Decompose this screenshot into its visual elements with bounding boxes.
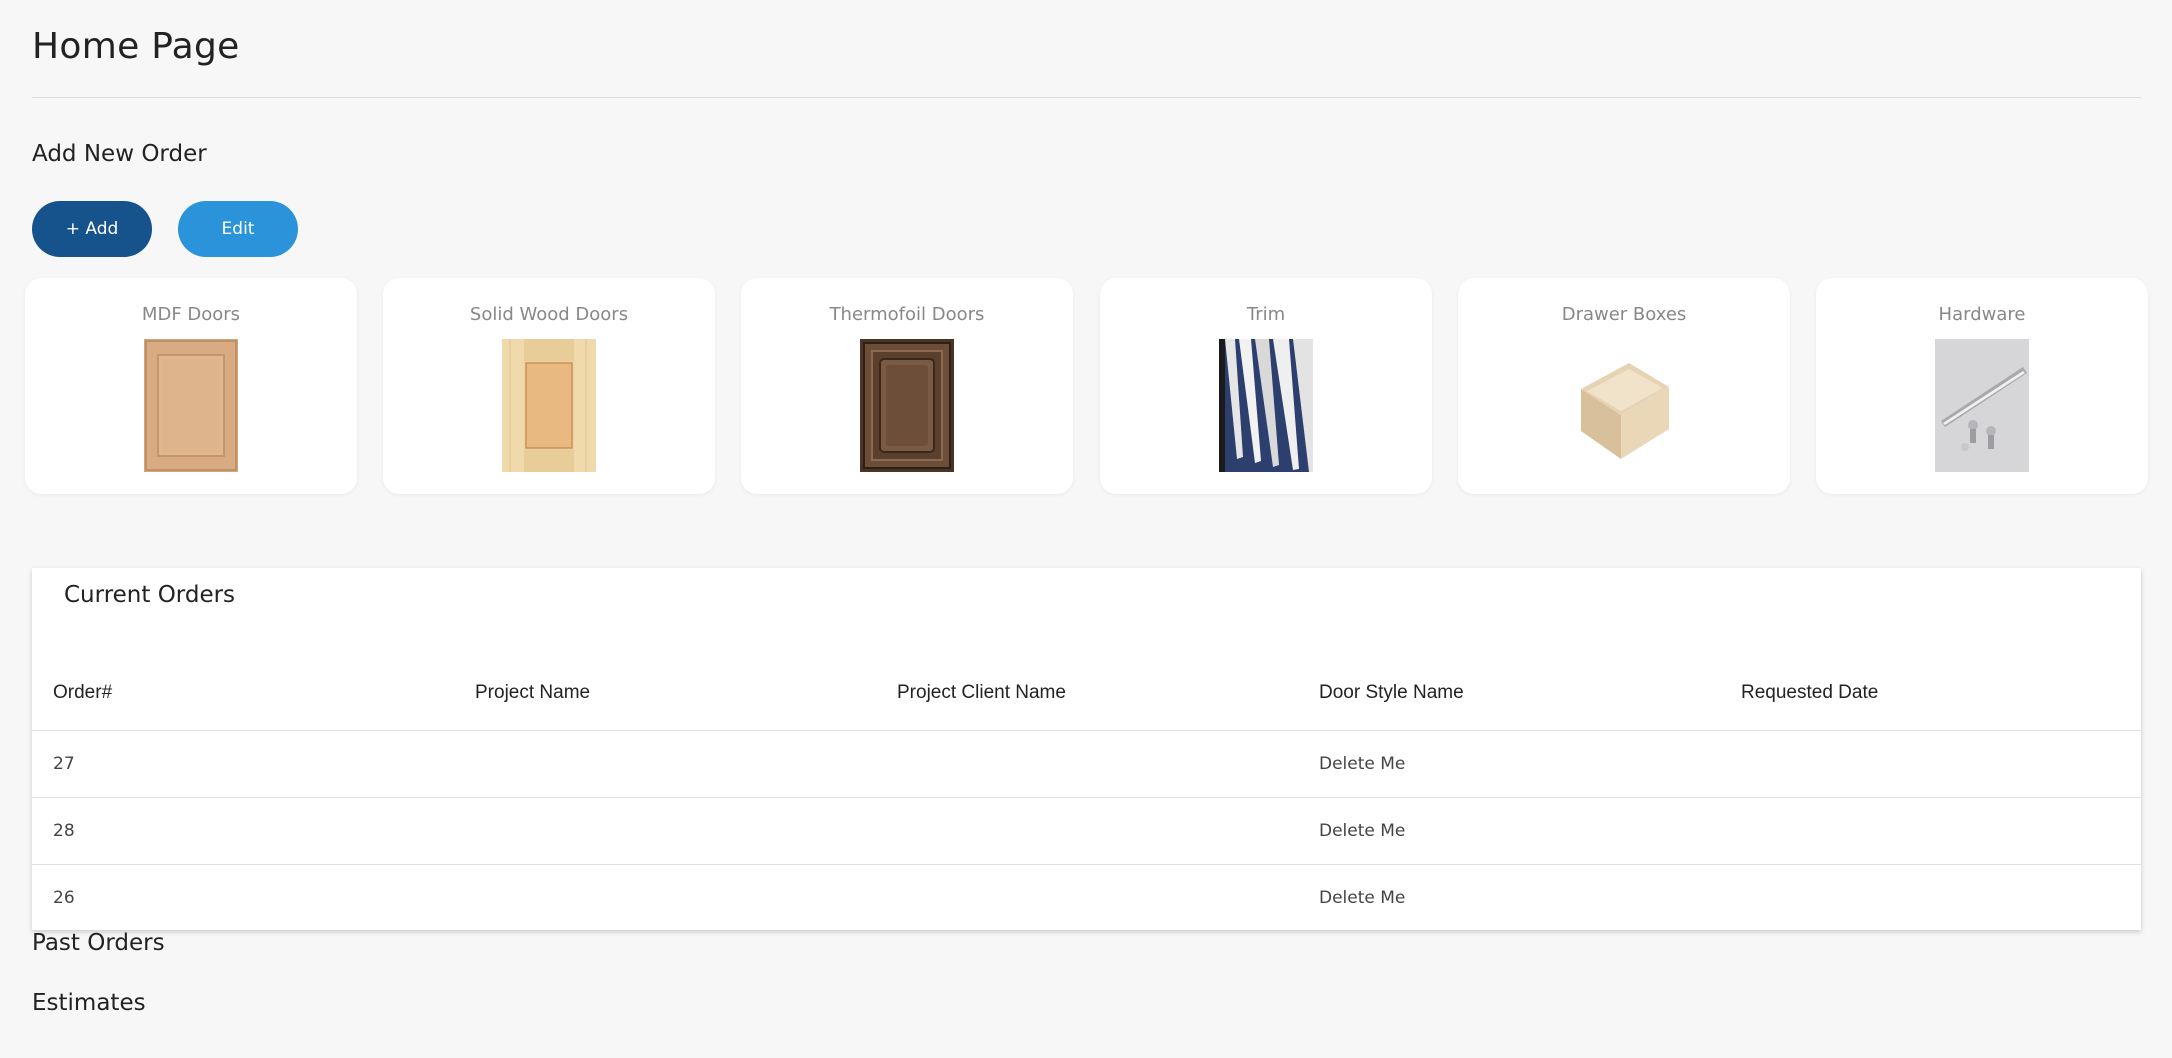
category-card-hardware[interactable]: Hardware <box>1816 278 2148 494</box>
mdf-door-image <box>144 339 238 472</box>
requested-date-cell <box>1720 797 2141 865</box>
table-header-row: Order# Project Name Project Client Name … <box>32 656 2141 731</box>
edit-button[interactable]: Edit <box>178 201 298 257</box>
door-style-cell: Delete Me <box>1319 888 1406 908</box>
past-orders-heading[interactable]: Past Orders <box>32 930 165 956</box>
order-number-cell: 26 <box>53 888 75 908</box>
category-grid: MDF Doors Solid Wood Doors Thermofoil Do… <box>25 278 2148 494</box>
trim-image <box>1219 339 1313 472</box>
table-row[interactable]: 26 Delete Me <box>32 865 2141 932</box>
add-button[interactable]: + Add <box>32 201 152 257</box>
client-name-cell <box>876 865 1298 932</box>
column-header-requested-date[interactable]: Requested Date <box>1720 656 2141 731</box>
order-number-cell: 27 <box>32 730 454 798</box>
category-card-thermofoil-doors[interactable]: Thermofoil Doors <box>741 278 1073 494</box>
thermofoil-door-image <box>860 339 954 472</box>
table-row[interactable]: 27 Delete Me <box>32 730 2141 798</box>
column-header-project-client-name[interactable]: Project Client Name <box>876 656 1298 731</box>
door-style-cell: Delete Me <box>1298 797 1720 865</box>
estimates-heading[interactable]: Estimates <box>32 990 146 1016</box>
drawer-box-image <box>1577 339 1671 472</box>
requested-date-cell <box>1720 730 2141 798</box>
category-label: Thermofoil Doors <box>829 304 985 325</box>
order-number-cell: 28 <box>32 797 454 865</box>
current-orders-panel: Current Orders Order# Project Name Proje… <box>32 568 2141 930</box>
current-orders-title: Current Orders <box>64 582 236 608</box>
category-card-trim[interactable]: Trim <box>1100 278 1432 494</box>
category-card-drawer-boxes[interactable]: Drawer Boxes <box>1458 278 1790 494</box>
column-header-project-name[interactable]: Project Name <box>454 656 876 731</box>
door-style-cell: Delete Me <box>1298 730 1720 798</box>
solid-wood-door-image <box>502 339 596 472</box>
column-header-order[interactable]: Order# <box>32 656 454 731</box>
current-orders-table: Order# Project Name Project Client Name … <box>32 656 2141 931</box>
title-divider <box>32 97 2141 98</box>
category-label: MDF Doors <box>141 304 241 325</box>
category-label: Drawer Boxes <box>1561 304 1687 325</box>
client-name-cell <box>876 797 1298 865</box>
category-card-mdf-doors[interactable]: MDF Doors <box>25 278 357 494</box>
client-name-cell <box>876 730 1298 798</box>
category-card-solid-wood-doors[interactable]: Solid Wood Doors <box>383 278 715 494</box>
table-row[interactable]: 28 Delete Me <box>32 797 2141 865</box>
project-name-cell <box>454 865 876 932</box>
add-new-order-heading: Add New Order <box>32 141 207 167</box>
category-label: Trim <box>1246 304 1286 325</box>
category-label: Solid Wood Doors <box>469 304 629 325</box>
project-name-cell <box>454 730 876 798</box>
page-title: Home Page <box>32 26 240 67</box>
requested-date-cell <box>1720 865 2141 932</box>
project-name-cell <box>454 797 876 865</box>
column-header-door-style-name[interactable]: Door Style Name <box>1298 656 1720 731</box>
category-label: Hardware <box>1938 304 2026 325</box>
hardware-image <box>1935 339 2029 472</box>
